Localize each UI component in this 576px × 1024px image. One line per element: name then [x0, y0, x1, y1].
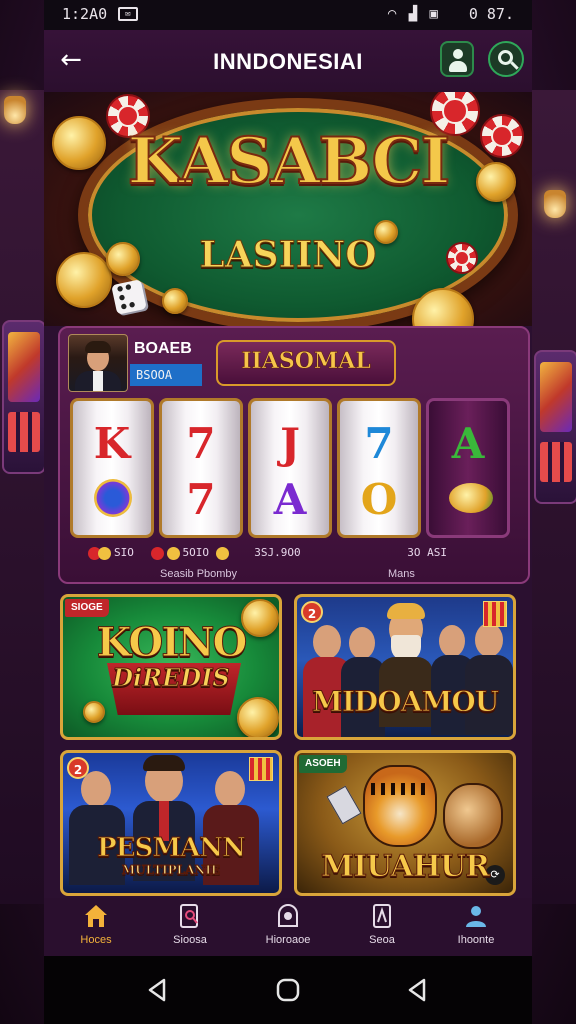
reel-symbol: A: [273, 475, 307, 524]
mail-icon: ✉: [118, 7, 138, 21]
hammer-icon: [326, 785, 362, 825]
reel-1: K: [70, 398, 154, 538]
reel-symbol: 7: [186, 475, 216, 524]
status-bar: 1:2A0 ✉ ◠ ▟ ▣ 0 87.: [44, 0, 532, 30]
game-card[interactable]: 2 MIDOAMOU: [294, 594, 516, 740]
slot-mini-icon: [483, 601, 507, 627]
slot-value: 5OIO: [182, 546, 210, 559]
search-icon[interactable]: [488, 41, 524, 77]
slot-reels[interactable]: K 7 7 J A 7 O A: [70, 398, 520, 538]
user-icon[interactable]: [440, 41, 474, 77]
reel-3: J A: [248, 398, 332, 538]
coin-icon: [237, 697, 279, 737]
card-tag: 2: [301, 601, 323, 623]
reel-symbol: A: [451, 419, 485, 468]
lamp-icon: [4, 96, 26, 124]
user-sub-label: BSOOA: [130, 364, 202, 386]
back-triangle-icon[interactable]: [142, 974, 174, 1006]
card-tag: 2: [67, 757, 89, 779]
gem-icon: [94, 479, 132, 517]
nav-item-cards[interactable]: Seoa: [342, 902, 422, 954]
user-name: BOAEB: [134, 340, 192, 357]
nav-label: Sioosa: [173, 934, 207, 946]
hero-title: KASABCI: [127, 123, 452, 200]
reel-symbol: K: [93, 419, 131, 468]
background-right-wall: [532, 90, 576, 904]
game-card[interactable]: ⟳ ASOEH MIUAHUR: [294, 750, 516, 896]
slot-value: SIO: [114, 546, 134, 559]
card-tag: ASOEH: [299, 755, 347, 773]
slot-footer-right: Mans: [388, 568, 415, 580]
tiger-stripes: [371, 783, 425, 795]
nav-label: Seoa: [369, 934, 395, 946]
reel-4: 7 O: [337, 398, 421, 538]
reel-symbol: J: [280, 419, 300, 468]
card-title: MIUAHUR: [320, 849, 490, 885]
game-card[interactable]: 2 PESMANN MULTIPLANIE: [60, 750, 282, 896]
coin-icon: [449, 483, 493, 513]
nav-label: Hoces: [80, 934, 112, 946]
dice-icon: [111, 279, 147, 315]
app-header: ← INNDONESIAI: [44, 30, 532, 93]
lamp-icon: [544, 190, 566, 218]
card-tag: SIOGE: [65, 599, 109, 617]
card-icon: [368, 902, 396, 930]
reel-symbol: O: [360, 475, 398, 524]
nav-item-profile[interactable]: Ihoonte: [436, 902, 516, 954]
card-title: PESMANN: [97, 833, 247, 864]
background-left-wall: [0, 90, 46, 904]
profile-icon: [462, 902, 490, 930]
slot-value: 3O ASI: [407, 546, 447, 559]
card-title: KOINO: [96, 619, 248, 667]
slot-mini-icon: [249, 757, 273, 781]
bottom-nav: Hoces Sioosa Hioroaoe Seoa Ihoonte: [44, 898, 532, 956]
recents-triangle-icon[interactable]: [402, 974, 434, 1006]
slot-logo: IIASOMAL: [216, 340, 396, 386]
slot-machine-panel: BOAEB BSOOA IIASOMAL K 7 7 J A 7 O A SIO…: [58, 326, 530, 584]
hero-subtitle: LASIINO: [199, 234, 377, 277]
wifi-signal-icons: ◠ ▟ ▣: [387, 6, 440, 22]
nav-item-center[interactable]: Hioroaoe: [248, 902, 328, 954]
game-card[interactable]: SIOGE KOINO DiREDIS: [60, 594, 282, 740]
hero-banner[interactable]: KASABCI LASIINO: [44, 92, 532, 326]
card-title: MIDOAMOU: [311, 685, 499, 719]
animal-icon: [443, 783, 503, 849]
reel-2: 7 7: [159, 398, 243, 538]
slot-machine-icon: [534, 350, 576, 504]
nav-item-home[interactable]: Hoces: [56, 902, 136, 954]
circle-icon: [274, 902, 302, 930]
home-circle-icon[interactable]: [272, 974, 304, 1006]
slot-values-row: SIO 5OIO 3SJ.9O0 3O ASI: [88, 546, 447, 562]
slot-value: 3SJ.9O0: [254, 546, 301, 559]
phone-screen: 1:2A0 ✉ ◠ ▟ ▣ 0 87. ← INNDONESIAI KASABC…: [44, 0, 532, 1024]
tiger-icon: [363, 765, 437, 847]
card-subtitle: MULTIPLANIE: [121, 863, 221, 878]
system-nav-bar: [44, 956, 532, 1024]
nav-label: Hioroaoe: [265, 934, 311, 946]
card-subtitle: DiREDIS: [112, 663, 231, 693]
search-doc-icon: [176, 902, 204, 930]
nav-item-search[interactable]: Sioosa: [150, 902, 230, 954]
nav-label: Ihoonte: [457, 934, 495, 946]
coin-icon: [83, 701, 105, 723]
reel-5: A: [426, 398, 510, 538]
coin-icon: [162, 288, 188, 314]
reel-symbol: 7: [364, 419, 394, 468]
slot-footer-left: Seasib Pbomby: [160, 568, 238, 580]
avatar[interactable]: [68, 334, 128, 392]
home-icon: [82, 902, 110, 930]
battery-text: 0 87.: [468, 5, 514, 23]
reel-symbol: 7: [186, 419, 216, 468]
slot-machine-icon: [2, 320, 46, 474]
status-time: 1:2A0: [62, 5, 108, 23]
